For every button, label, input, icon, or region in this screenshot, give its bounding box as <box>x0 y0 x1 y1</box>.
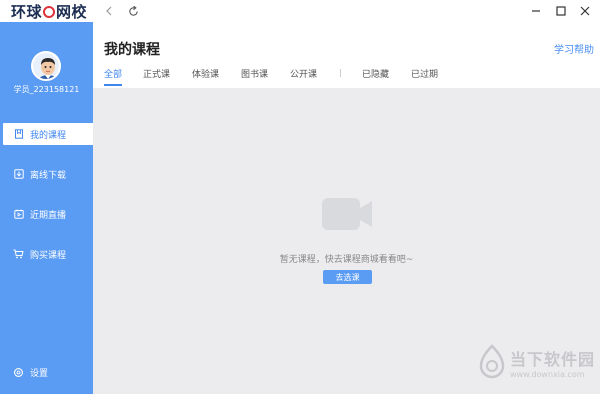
app-logo: 环球 网校 <box>11 1 87 21</box>
back-button[interactable] <box>101 3 117 19</box>
tab-public[interactable]: 公开课 <box>290 67 317 80</box>
watermark-logo-icon <box>479 344 505 379</box>
username: 学员_223158121 <box>13 85 80 94</box>
tab-expired[interactable]: 已过期 <box>411 67 438 80</box>
tab-active-indicator <box>104 84 122 86</box>
maximize-button[interactable] <box>551 1 571 21</box>
book-icon <box>13 129 24 140</box>
avatar[interactable] <box>31 51 61 81</box>
refresh-button[interactable] <box>125 3 141 19</box>
watermark-url: www.downxia.com <box>510 369 585 379</box>
minimize-button[interactable] <box>526 1 546 21</box>
empty-message: 暂无课程，快去课程商城看看吧~ <box>279 255 414 265</box>
cart-icon <box>13 249 24 260</box>
minimize-icon <box>532 10 540 12</box>
sidebar: 学员_223158121 我的课程 离线下载 近期直播 购买课程 设置 <box>0 22 116 394</box>
sidebar-item-label: 近期直播 <box>30 210 67 221</box>
refresh-icon <box>128 5 138 16</box>
choose-course-button[interactable]: 去选课 <box>323 270 372 284</box>
close-button[interactable] <box>575 1 595 21</box>
chevron-left-icon <box>106 6 112 16</box>
avatar-image <box>33 53 59 79</box>
close-icon <box>580 6 590 16</box>
title-bar: 环球 网校 <box>0 0 600 22</box>
maximize-icon <box>556 6 566 16</box>
sidebar-item-label: 购买课程 <box>30 250 67 261</box>
watermark-title: 当下软件园 <box>510 349 596 369</box>
video-camera-icon <box>322 197 374 234</box>
logo-text-left: 环球 <box>11 2 43 21</box>
tab-all[interactable]: 全部 <box>104 67 122 80</box>
sidebar-item-label: 设置 <box>30 368 49 379</box>
watermark: 当下软件园 www.downxia.com <box>477 344 595 380</box>
logo-mark-icon <box>43 6 56 18</box>
tab-hidden[interactable]: 已隐藏 <box>362 67 389 80</box>
tab-divider <box>340 69 341 77</box>
tab-formal[interactable]: 正式课 <box>143 67 170 80</box>
page-title: 我的课程 <box>104 42 160 58</box>
sidebar-item-label: 离线下载 <box>30 170 67 181</box>
sidebar-item-label: 我的课程 <box>30 130 67 141</box>
gear-icon <box>13 367 24 378</box>
logo-text-right: 网校 <box>56 2 88 21</box>
help-link[interactable]: 学习帮助 <box>554 41 594 56</box>
live-icon <box>13 209 24 220</box>
download-icon <box>13 169 24 180</box>
tab-book[interactable]: 图书课 <box>241 67 268 80</box>
tab-trial[interactable]: 体验课 <box>192 67 219 80</box>
